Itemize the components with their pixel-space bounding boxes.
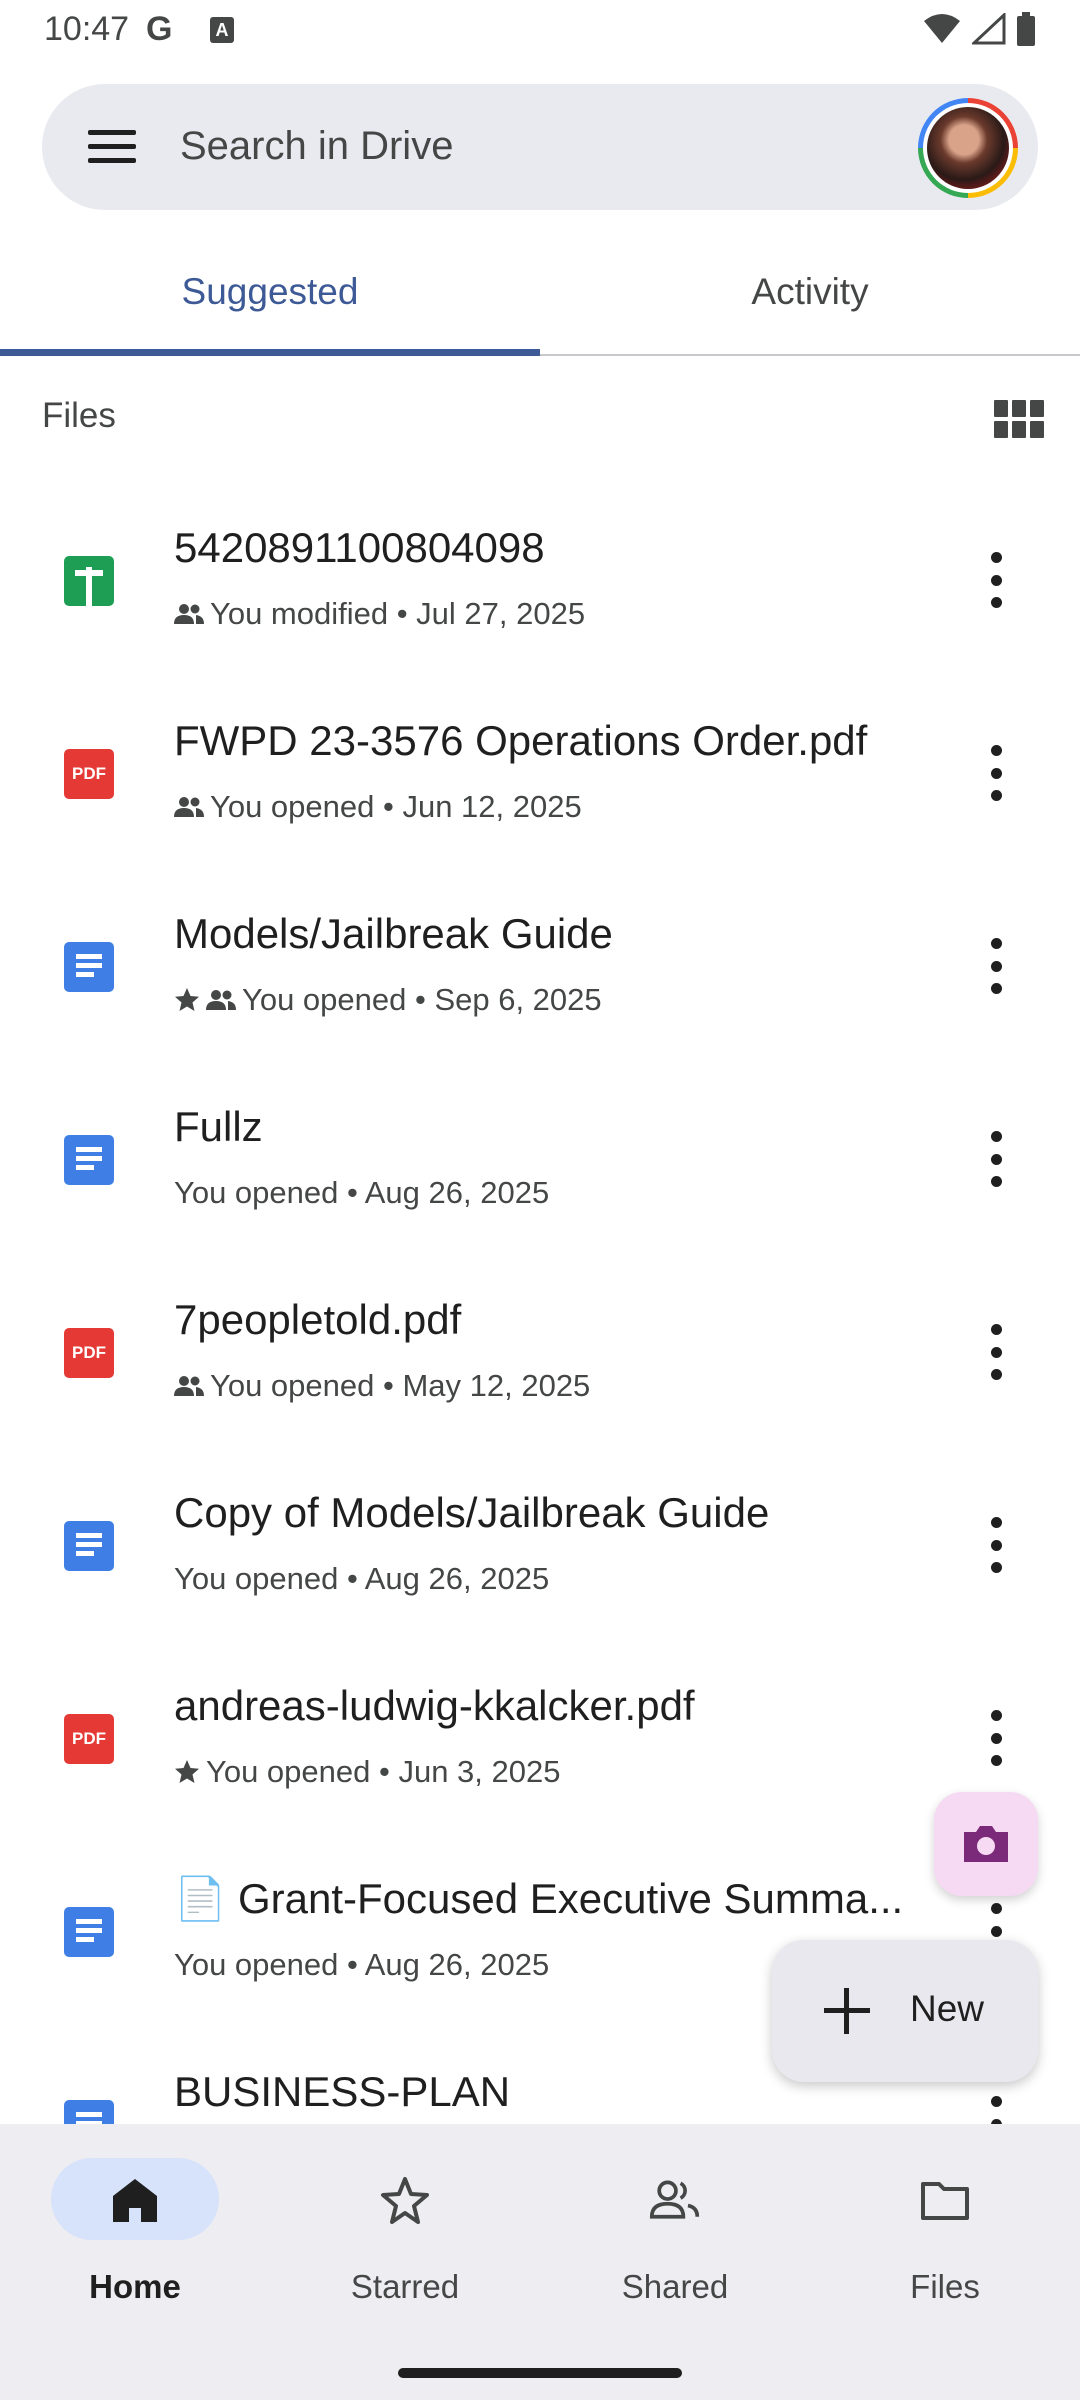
pdf-file-icon: PDF bbox=[64, 1714, 114, 1764]
tab-indicator bbox=[0, 349, 540, 356]
nav-starred-label: Starred bbox=[350, 2268, 460, 2305]
file-row[interactable]: PDF FWPD 23-3576 Operations Order.pdf You … bbox=[0, 677, 1080, 870]
home-icon bbox=[113, 2179, 157, 2222]
status-icons bbox=[922, 12, 1036, 46]
file-name: Copy of Models/Jailbreak Guide bbox=[174, 1489, 770, 1536]
shared-icon bbox=[174, 603, 204, 625]
file-meta-text: You opened • Aug 26, 2025 bbox=[174, 1175, 550, 1210]
nav-starred[interactable]: Starred bbox=[270, 2158, 540, 2318]
new-button[interactable]: New bbox=[772, 1940, 1038, 2082]
avatar[interactable] bbox=[918, 98, 1018, 198]
nav-home-label: Home bbox=[89, 2268, 181, 2305]
more-options-icon[interactable] bbox=[976, 1324, 1016, 1380]
file-meta-text: You opened • Aug 26, 2025 bbox=[174, 1561, 550, 1596]
star-icon bbox=[381, 2177, 429, 2224]
gesture-bar bbox=[398, 2368, 682, 2378]
camera-icon bbox=[964, 1826, 1008, 1862]
more-options-icon[interactable] bbox=[976, 938, 1016, 994]
nav-shared[interactable]: Shared bbox=[540, 2158, 810, 2318]
file-meta-text: You opened • Sep 6, 2025 bbox=[242, 982, 602, 1017]
starred-icon bbox=[174, 1759, 200, 1785]
file-row[interactable]: Copy of Models/Jailbreak Guide You opened… bbox=[0, 1449, 1080, 1642]
file-list: 5420891100804098 You modified • Jul 27, 2… bbox=[0, 484, 1080, 2124]
shared-icon bbox=[174, 1375, 204, 1397]
more-options-icon[interactable] bbox=[976, 552, 1016, 608]
file-meta: You opened • Jun 12, 2025 bbox=[174, 789, 582, 825]
file-row[interactable]: Models/Jailbreak Guide You opened • Sep 6… bbox=[0, 870, 1080, 1063]
doc-file-icon bbox=[64, 1521, 114, 1571]
file-name: Models/Jailbreak Guide bbox=[174, 910, 613, 957]
file-row[interactable]: 5420891100804098 You modified • Jul 27, 2… bbox=[0, 484, 1080, 677]
shared-icon bbox=[206, 989, 236, 1011]
plus-icon bbox=[824, 1988, 870, 2034]
starred-icon bbox=[174, 987, 200, 1013]
pdf-file-icon: PDF bbox=[64, 749, 114, 799]
status-time: 10:47 bbox=[44, 10, 130, 48]
signal-icon bbox=[972, 13, 1006, 45]
file-meta: You opened • May 12, 2025 bbox=[174, 1368, 590, 1404]
nav-files[interactable]: Files bbox=[810, 2158, 1080, 2318]
accessibility-icon: A bbox=[210, 17, 234, 43]
doc-file-icon bbox=[64, 1135, 114, 1185]
people-icon bbox=[649, 2180, 700, 2219]
scan-camera-button[interactable] bbox=[934, 1792, 1038, 1896]
more-options-icon[interactable] bbox=[976, 2096, 1016, 2124]
google-icon: G bbox=[146, 10, 173, 48]
file-name: 7peopletold.pdf bbox=[174, 1296, 462, 1343]
new-button-label: New bbox=[910, 1988, 985, 2029]
search-input[interactable]: Search in Drive bbox=[180, 124, 453, 169]
file-meta: You opened • Jun 3, 2025 bbox=[174, 1754, 560, 1790]
file-row[interactable]: PDF 7peopletold.pdf You opened • May 12, 2… bbox=[0, 1256, 1080, 1449]
doc-file-icon bbox=[64, 942, 114, 992]
file-meta: You opened • Aug 26, 2025 bbox=[174, 1175, 549, 1211]
pdf-file-icon: PDF bbox=[64, 1328, 114, 1378]
menu-icon[interactable] bbox=[88, 127, 136, 167]
doc-file-icon bbox=[64, 1907, 114, 1957]
nav-shared-label: Shared bbox=[621, 2268, 729, 2305]
folder-icon bbox=[921, 2182, 969, 2220]
file-meta-text: You opened • May 12, 2025 bbox=[210, 1368, 591, 1403]
file-meta: You modified • Jul 27, 2025 bbox=[174, 596, 585, 632]
search-bar[interactable]: Search in Drive bbox=[42, 84, 1038, 210]
sheet-file-icon bbox=[64, 556, 114, 606]
file-meta: You opened • Sep 6, 2025 bbox=[174, 982, 602, 1018]
file-name: 📄 Grant-Focused Executive Summa... bbox=[174, 1875, 904, 1922]
file-meta: You opened • Aug 26, 2025 bbox=[174, 1561, 549, 1597]
files-section-title: Files bbox=[42, 396, 116, 435]
file-meta-text: You opened • Jun 3, 2025 bbox=[206, 1754, 561, 1789]
file-row[interactable]: Fullz You opened • Aug 26, 2025 bbox=[0, 1063, 1080, 1256]
file-name: Fullz bbox=[174, 1103, 263, 1150]
nav-home[interactable]: Home bbox=[0, 2158, 270, 2318]
file-row[interactable]: PDF andreas-ludwig-kkalcker.pdf You opened… bbox=[0, 1642, 1080, 1835]
shared-icon bbox=[174, 796, 204, 818]
file-meta-text: You opened • Jun 12, 2025 bbox=[210, 789, 582, 824]
bottom-nav: Home Starred Shared Files bbox=[0, 2124, 1080, 2400]
grid-view-icon[interactable] bbox=[994, 400, 1044, 440]
avatar-photo bbox=[927, 107, 1009, 189]
nav-files-label: Files bbox=[910, 2268, 980, 2305]
status-bar: 10:47 G A bbox=[0, 0, 1080, 62]
tab-suggested[interactable]: Suggested bbox=[0, 252, 540, 356]
more-options-icon[interactable] bbox=[976, 1131, 1016, 1187]
file-name: FWPD 23-3576 Operations Order.pdf bbox=[174, 717, 868, 764]
more-options-icon[interactable] bbox=[976, 745, 1016, 801]
file-name: andreas-ludwig-kkalcker.pdf bbox=[174, 1682, 695, 1729]
file-meta: You opened • Aug 26, 2025 bbox=[174, 1947, 549, 1983]
file-name: 5420891100804098 bbox=[174, 524, 545, 571]
battery-icon bbox=[1017, 12, 1035, 46]
tab-activity[interactable]: Activity bbox=[540, 252, 1080, 356]
more-options-icon[interactable] bbox=[976, 1517, 1016, 1573]
doc-file-icon bbox=[64, 2100, 114, 2124]
file-meta-text: You modified • Jul 27, 2025 bbox=[210, 596, 586, 631]
file-meta-text: You opened • Aug 26, 2025 bbox=[174, 1947, 550, 1982]
tab-bar: Suggested Activity bbox=[0, 252, 1080, 356]
wifi-icon bbox=[924, 14, 960, 43]
more-options-icon[interactable] bbox=[976, 1710, 1016, 1766]
